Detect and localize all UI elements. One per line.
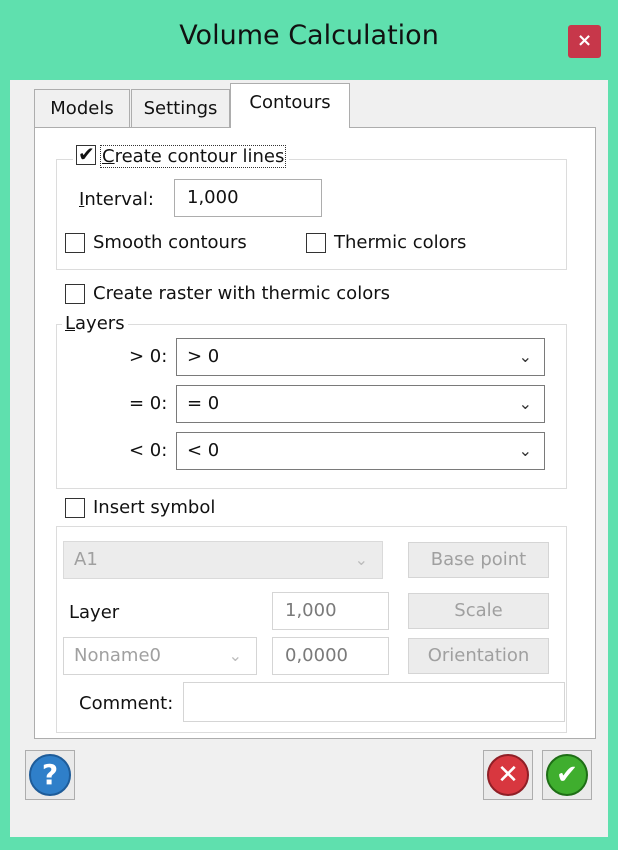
symbol-select[interactable]: A1 ⌄: [63, 541, 383, 579]
layer-zero-label: = 0:: [129, 393, 168, 414]
create-raster-checkbox[interactable]: [65, 284, 85, 304]
chevron-down-icon: ⌄: [354, 550, 368, 569]
layer-negative-value: < 0: [187, 440, 220, 461]
checkmark-icon: ✔: [78, 142, 95, 166]
layer-label: Layer: [69, 602, 120, 623]
tab-models[interactable]: Models: [34, 89, 130, 127]
base-point-button[interactable]: Base point: [408, 542, 549, 578]
layer-negative-label: < 0:: [129, 440, 168, 461]
thermic-colors-label[interactable]: Thermic colors: [334, 232, 466, 253]
create-raster-label[interactable]: Create raster with thermic colors: [93, 283, 390, 304]
dialog-client-area: Models Settings Contours ✔ Create contour…: [10, 80, 608, 837]
layer-positive-select[interactable]: > 0 ⌄: [176, 338, 545, 376]
question-mark-icon: ?: [29, 754, 71, 796]
title-bar[interactable]: Volume Calculation ×: [0, 0, 618, 80]
red-x-icon: ✕: [487, 754, 529, 796]
symbol-select-value: A1: [74, 549, 98, 570]
layer-positive-label: > 0:: [129, 346, 168, 367]
interval-input[interactable]: 1,000: [174, 179, 322, 217]
orientation-button[interactable]: Orientation: [408, 638, 549, 674]
chevron-down-icon: ⌄: [518, 394, 532, 413]
insert-symbol-checkbox[interactable]: [65, 498, 85, 518]
comment-input[interactable]: [183, 682, 565, 722]
window-title: Volume Calculation: [179, 20, 439, 51]
cancel-button[interactable]: ✕: [483, 750, 533, 800]
symbol-layer-select[interactable]: Noname0 ⌄: [63, 637, 257, 675]
dialog-window: Volume Calculation × Models Settings Con…: [0, 0, 618, 850]
symbol-layer-value: Noname0: [74, 645, 161, 666]
scale-button[interactable]: Scale: [408, 593, 549, 629]
layer-negative-select[interactable]: < 0 ⌄: [176, 432, 545, 470]
scale-input[interactable]: 1,000: [272, 592, 389, 630]
chevron-down-icon: ⌄: [518, 441, 532, 460]
layers-legend: Layers: [62, 314, 128, 334]
close-button[interactable]: ×: [568, 25, 601, 58]
orientation-input[interactable]: 0,0000: [272, 637, 389, 675]
contours-tab-panel: ✔ Create contour lines Interval: 1,000 Sm…: [34, 127, 596, 739]
tab-settings[interactable]: Settings: [131, 89, 230, 127]
layer-zero-select[interactable]: = 0 ⌄: [176, 385, 545, 423]
ok-button[interactable]: ✔: [542, 750, 592, 800]
tab-contours[interactable]: Contours: [230, 83, 350, 128]
smooth-contours-label[interactable]: Smooth contours: [93, 232, 247, 253]
insert-symbol-label[interactable]: Insert symbol: [93, 497, 215, 518]
layer-zero-value: = 0: [187, 393, 220, 414]
smooth-contours-checkbox[interactable]: [65, 233, 85, 253]
create-contour-lines-checkbox[interactable]: ✔: [76, 142, 96, 166]
layer-positive-value: > 0: [187, 346, 220, 367]
create-contour-lines-option[interactable]: ✔ Create contour lines: [73, 142, 290, 168]
comment-label: Comment:: [79, 693, 174, 714]
chevron-down-icon: ⌄: [518, 347, 532, 366]
help-button[interactable]: ?: [25, 750, 75, 800]
green-check-icon: ✔: [546, 754, 588, 796]
create-contour-lines-label: Create contour lines: [100, 145, 287, 168]
chevron-down-icon: ⌄: [228, 646, 242, 665]
thermic-colors-checkbox[interactable]: [306, 233, 326, 253]
interval-label: Interval:: [79, 189, 155, 210]
